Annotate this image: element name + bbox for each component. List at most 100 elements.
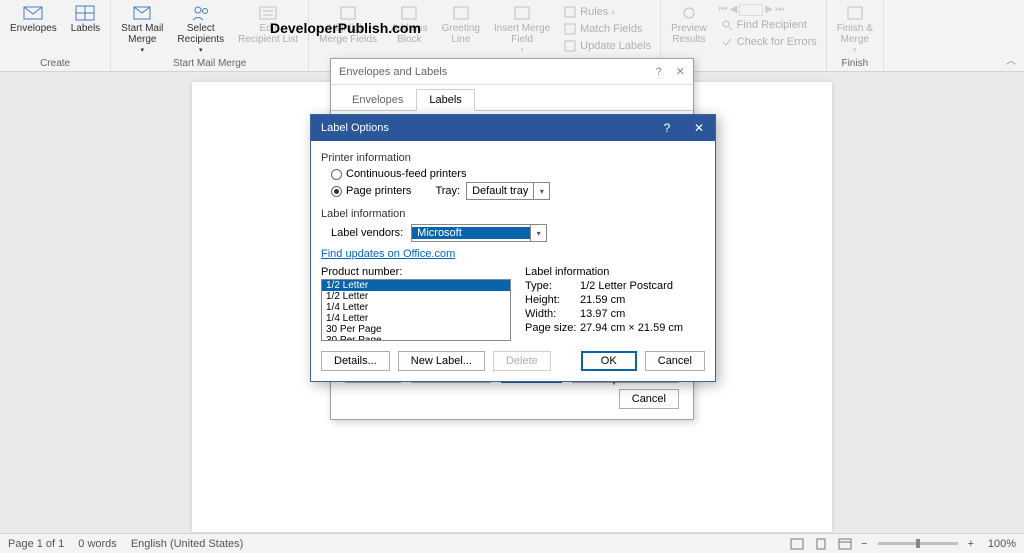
help-icon[interactable]: ? bbox=[656, 66, 662, 78]
list-item[interactable]: 1/2 Letter bbox=[322, 291, 510, 302]
finish-icon bbox=[845, 4, 865, 22]
select-recipients-label: Select Recipients bbox=[177, 23, 224, 45]
list-item[interactable]: 1/2 Letter bbox=[322, 280, 510, 291]
close-icon[interactable]: ✕ bbox=[683, 115, 715, 141]
status-page[interactable]: Page 1 of 1 bbox=[8, 538, 64, 550]
width-key: Width: bbox=[525, 307, 580, 321]
zoom-out-icon[interactable]: − bbox=[857, 538, 871, 550]
vendors-label: Label vendors: bbox=[331, 227, 403, 239]
view-read-mode-icon[interactable] bbox=[786, 536, 808, 552]
tab-envelopes[interactable]: Envelopes bbox=[339, 89, 416, 110]
ribbon-group-finish: Finish & Merge ▾ Finish bbox=[827, 0, 884, 71]
address-block-button: Address Block bbox=[387, 2, 432, 56]
match-fields-icon bbox=[563, 22, 577, 36]
vendors-combo[interactable]: Microsoft ▾ bbox=[411, 224, 547, 242]
tab-labels[interactable]: Labels bbox=[416, 89, 474, 111]
radio-page-printers[interactable]: Page printers Tray: Default tray ▾ bbox=[331, 182, 705, 200]
details-button[interactable]: Details... bbox=[321, 351, 390, 371]
zoom-slider[interactable] bbox=[878, 542, 958, 545]
rules-icon bbox=[563, 5, 577, 19]
preview-results-button: Preview Results bbox=[667, 2, 711, 56]
chevron-down-icon: ▾ bbox=[520, 46, 524, 54]
radio-icon bbox=[331, 169, 342, 180]
collapse-ribbon-icon[interactable]: ︿ bbox=[1006, 52, 1016, 67]
record-box bbox=[739, 4, 763, 16]
mail-merge-icon bbox=[132, 4, 152, 22]
cancel-button[interactable]: Cancel bbox=[645, 351, 705, 371]
type-value: 1/2 Letter Postcard bbox=[580, 279, 673, 293]
label-information-section: Label information bbox=[321, 208, 705, 220]
edit-list-icon bbox=[258, 4, 278, 22]
ribbon-group-finish-label: Finish bbox=[833, 56, 877, 71]
labels-icon bbox=[75, 4, 95, 22]
chevron-down-icon: ▾ bbox=[533, 183, 549, 199]
insert-merge-field-button: Insert Merge Field ▾ bbox=[490, 2, 554, 56]
status-language[interactable]: English (United States) bbox=[131, 538, 244, 550]
search-icon bbox=[720, 18, 734, 32]
greeting-icon bbox=[451, 4, 471, 22]
vendors-value: Microsoft bbox=[412, 227, 530, 239]
edit-recipient-list-button: Edit Recipient List bbox=[234, 2, 302, 56]
env-dialog-title: Envelopes and Labels bbox=[339, 66, 447, 78]
list-item[interactable]: 1/4 Letter bbox=[322, 313, 510, 324]
people-icon bbox=[191, 4, 211, 22]
ribbon-group-start-mail-merge: Start Mail Merge ▾ Select Recipients ▾ E… bbox=[111, 0, 309, 71]
insert-field-icon bbox=[512, 4, 532, 22]
zoom-in-icon[interactable]: + bbox=[964, 538, 978, 550]
finish-merge-button: Finish & Merge ▾ bbox=[833, 2, 877, 56]
chevron-down-icon: ▾ bbox=[141, 46, 145, 54]
find-updates-link[interactable]: Find updates on Office.com bbox=[321, 248, 455, 260]
view-web-layout-icon[interactable] bbox=[834, 536, 856, 552]
label-options-dialog: Label Options ? ✕ Printer information Co… bbox=[310, 114, 716, 382]
preview-icon bbox=[679, 4, 699, 22]
start-mail-merge-button[interactable]: Start Mail Merge ▾ bbox=[117, 2, 167, 56]
labels-label: Labels bbox=[71, 23, 100, 34]
list-item[interactable]: 1/4 Letter bbox=[322, 302, 510, 313]
radio-continuous-feed[interactable]: Continuous-feed printers bbox=[331, 168, 705, 180]
delete-button: Delete bbox=[493, 351, 551, 371]
printer-info-label: Printer information bbox=[321, 152, 705, 164]
list-item[interactable]: 30 Per Page bbox=[322, 335, 510, 341]
env-dialog-titlebar[interactable]: Envelopes and Labels ? ✕ bbox=[331, 59, 693, 85]
zoom-value[interactable]: 100% bbox=[978, 538, 1016, 550]
env-dialog-tabs: Envelopes Labels bbox=[331, 89, 693, 111]
chevron-down-icon: ▾ bbox=[199, 46, 203, 54]
pagesize-value: 27.94 cm × 21.59 cm bbox=[580, 321, 683, 335]
list-item[interactable]: 30 Per Page bbox=[322, 324, 510, 335]
tray-combo[interactable]: Default tray ▾ bbox=[466, 182, 550, 200]
product-number-listbox[interactable]: 1/2 Letter1/2 Letter1/4 Letter1/4 Letter… bbox=[321, 279, 511, 341]
chevron-down-icon: ▾ bbox=[530, 225, 546, 241]
ok-button[interactable]: OK bbox=[581, 351, 637, 371]
ribbon-group-create: Envelopes Labels Create bbox=[0, 0, 111, 71]
close-icon[interactable]: ✕ bbox=[676, 65, 685, 78]
help-icon[interactable]: ? bbox=[651, 115, 683, 141]
pagesize-key: Page size: bbox=[525, 321, 580, 335]
start-mail-merge-label: Start Mail Merge bbox=[121, 23, 163, 45]
ribbon-group-create-label: Create bbox=[6, 56, 104, 71]
type-key: Type: bbox=[525, 279, 580, 293]
new-label-button[interactable]: New Label... bbox=[398, 351, 485, 371]
select-recipients-button[interactable]: Select Recipients ▾ bbox=[173, 2, 228, 56]
check-errors-button: Check for Errors bbox=[717, 34, 820, 50]
find-recipient-button: Find Recipient bbox=[717, 17, 820, 33]
envelope-icon bbox=[23, 4, 43, 22]
env-cancel-button[interactable]: Cancel bbox=[619, 389, 679, 409]
chevron-down-icon: ▾ bbox=[853, 46, 857, 54]
zoom-thumb[interactable] bbox=[916, 539, 920, 548]
rules-button: Rules ▾ bbox=[560, 4, 654, 20]
view-print-layout-icon[interactable] bbox=[810, 536, 832, 552]
statusbar: Page 1 of 1 0 words English (United Stat… bbox=[0, 533, 1024, 553]
envelopes-button[interactable]: Envelopes bbox=[6, 2, 61, 56]
right-info-label: Label information bbox=[525, 266, 705, 278]
height-value: 21.59 cm bbox=[580, 293, 625, 307]
label-options-titlebar[interactable]: Label Options ? ✕ bbox=[311, 115, 715, 141]
greeting-line-button: Greeting Line bbox=[438, 2, 484, 56]
labels-button[interactable]: Labels bbox=[67, 2, 104, 56]
height-key: Height: bbox=[525, 293, 580, 307]
tray-value: Default tray bbox=[467, 185, 533, 197]
chevron-down-icon: ▾ bbox=[611, 9, 615, 17]
next-record-icon: ▶ bbox=[765, 4, 773, 16]
update-labels-icon bbox=[563, 39, 577, 53]
status-words[interactable]: 0 words bbox=[78, 538, 117, 550]
highlight-merge-fields-button: Highlight Merge Fields bbox=[315, 2, 381, 56]
